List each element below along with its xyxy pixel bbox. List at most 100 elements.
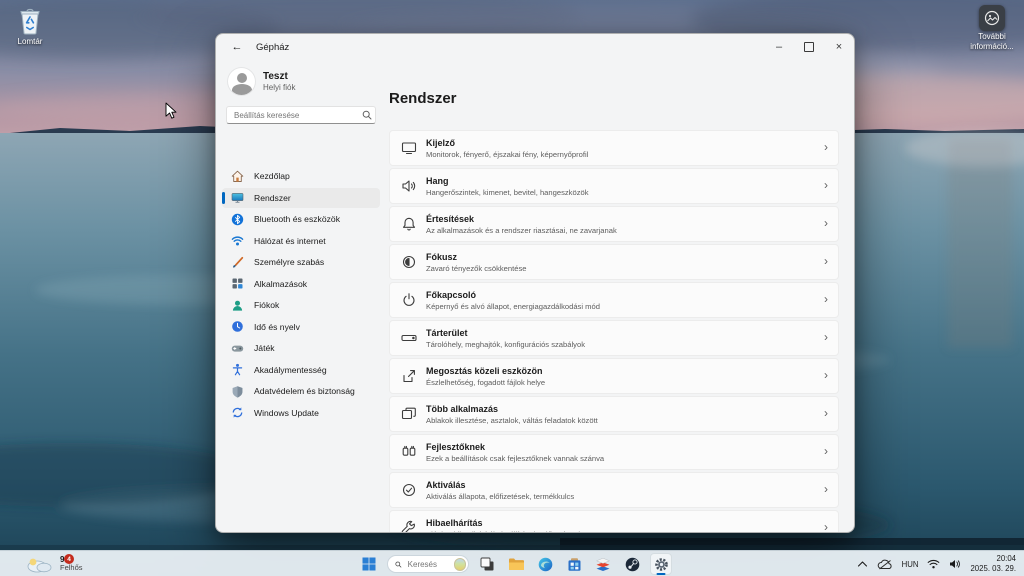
sidebar-item-akadalymentesseg[interactable]: Akadálymentesség: [222, 360, 380, 380]
card-fokapcsolo[interactable]: FőkapcsolóKépernyő és alvó állapot, ener…: [389, 282, 839, 318]
card-subtitle: Ajánlott hibaelhárítók, beállítások, elő…: [426, 530, 582, 534]
card-subtitle: Az alkalmazások és a rendszer riasztásai…: [426, 226, 617, 235]
settings-app-button[interactable]: [650, 553, 672, 575]
chevron-right-icon: ›: [824, 254, 828, 268]
apps-icon: [231, 277, 244, 290]
steam-button[interactable]: [621, 553, 643, 575]
sidebar-item-label: Személyre szabás: [254, 257, 324, 267]
minimize-button[interactable]: –: [764, 34, 794, 60]
profile-name: Teszt: [263, 71, 295, 82]
desktop-icon-recycle-bin[interactable]: Lomtár: [2, 6, 58, 47]
sidebar-item-fiokok[interactable]: Fiókok: [222, 295, 380, 315]
sidebar-item-label: Adatvédelem és biztonság: [254, 386, 355, 396]
sidebar-item-halozat[interactable]: Hálózat és internet: [222, 231, 380, 251]
sidebar-item-alkalmazasok[interactable]: Alkalmazások: [222, 274, 380, 294]
sidebar-item-label: Idő és nyelv: [254, 322, 300, 332]
settings-window: ← Gépház – × Teszt Helyi fiók Kezdőlap: [215, 33, 855, 533]
card-hibaelharitas[interactable]: Hibaelhárítás Ajánlott hibaelhárítók, beá…: [389, 510, 839, 533]
titlebar[interactable]: ← Gépház – ×: [216, 34, 854, 60]
task-view-button[interactable]: [476, 553, 498, 575]
sidebar-item-label: Bluetooth és eszközök: [254, 214, 340, 224]
card-subtitle: Monitorok, fényerő, éjszakai fény, képer…: [426, 150, 588, 159]
recycle-bin-icon: [16, 6, 44, 36]
sidebar-item-windows-update[interactable]: Windows Update: [222, 403, 380, 423]
sidebar-item-label: Fiókok: [254, 300, 279, 310]
card-title: Megosztás közeli eszközön: [426, 366, 545, 376]
sidebar-item-rendszer[interactable]: Rendszer: [222, 188, 380, 208]
taskbar: 4 9°C Felhős: [0, 550, 1024, 576]
search-icon: [362, 110, 372, 120]
card-subtitle: Hangerőszintek, kimenet, bevitel, hanges…: [426, 188, 589, 197]
card-tarterulet[interactable]: TárterületTárolóhely, meghajtók, konfigu…: [389, 320, 839, 356]
file-explorer-button[interactable]: [505, 553, 527, 575]
card-hang[interactable]: Hang Hangerőszintek, kimenet, bevitel, ha…: [389, 168, 839, 204]
wrench-icon: [401, 520, 417, 533]
tray-wifi-icon[interactable]: [927, 559, 940, 569]
sidebar-item-szemelyre-szabas[interactable]: Személyre szabás: [222, 252, 380, 272]
edge-icon: [538, 557, 553, 572]
clock[interactable]: 20:04 2025. 03. 29.: [970, 554, 1016, 573]
settings-cards: KijelzőMonitorok, fényerő, éjszakai fény…: [389, 130, 839, 533]
recycle-bin-label: Lomtár: [18, 37, 43, 47]
avatar: [228, 68, 255, 95]
developer-icon: [401, 444, 417, 460]
onedrive-icon[interactable]: [877, 559, 893, 570]
desktop-icon-info-shortcut[interactable]: További információ...: [964, 5, 1020, 51]
active-app-indicator: [657, 573, 666, 576]
clock-icon: [231, 320, 244, 333]
stacked-layers-app-button[interactable]: [592, 553, 614, 575]
language-indicator[interactable]: HUN: [902, 560, 919, 569]
gamepad-icon: [231, 342, 244, 355]
card-fejlesztoknek[interactable]: FejlesztőknekEzek a beállítások csak fej…: [389, 434, 839, 470]
card-title: Hibaelhárítás: [426, 518, 582, 528]
close-button[interactable]: ×: [824, 34, 854, 60]
maximize-button[interactable]: [794, 34, 824, 60]
card-megosztas[interactable]: Megosztás közeli eszközön Észlelhetőség, …: [389, 358, 839, 394]
card-title: Aktiválás: [426, 480, 574, 490]
widgets-button[interactable]: 4 9°C Felhős: [24, 551, 83, 576]
system-icon: [231, 191, 244, 204]
card-subtitle: Zavaró tényezők csökkentése: [426, 264, 526, 273]
tray-volume-icon[interactable]: [949, 559, 961, 569]
sound-icon: [401, 178, 417, 194]
person-icon: [231, 299, 244, 312]
page-title: Rendszer: [389, 90, 457, 107]
card-kijelzo[interactable]: KijelzőMonitorok, fényerő, éjszakai fény…: [389, 130, 839, 166]
store-button[interactable]: [563, 553, 585, 575]
settings-search-input[interactable]: [226, 106, 376, 124]
card-ertesitesek[interactable]: ÉrtesítésekAz alkalmazások és a rendszer…: [389, 206, 839, 242]
taskbar-search-input[interactable]: [406, 559, 450, 570]
store-icon: [567, 557, 582, 572]
start-button[interactable]: [358, 553, 380, 575]
card-aktivalas[interactable]: AktiválásAktiválás állapota, előfizetése…: [389, 472, 839, 508]
weather-condition: Felhős: [60, 564, 83, 573]
weather-cloud-icon: [24, 555, 54, 573]
window-title: Gépház: [256, 42, 289, 53]
profile[interactable]: Teszt Helyi fiók: [228, 68, 295, 95]
chevron-right-icon: ›: [824, 520, 828, 533]
card-title: Hang: [426, 176, 589, 186]
sidebar-item-jatek[interactable]: Játék: [222, 338, 380, 358]
sidebar-item-label: Kezdőlap: [254, 171, 290, 181]
nearby-share-icon: [401, 368, 417, 384]
card-fokusz[interactable]: FókuszZavaró tényezők csökkentése ›: [389, 244, 839, 280]
tray-date: 2025. 03. 29.: [970, 564, 1016, 574]
bell-icon: [401, 216, 417, 232]
taskbar-search[interactable]: [387, 555, 469, 573]
windows-logo-icon: [362, 557, 376, 571]
power-icon: [401, 292, 417, 308]
edge-button[interactable]: [534, 553, 556, 575]
search-highlight-image: [454, 558, 466, 571]
sidebar-item-adatvedelem[interactable]: Adatvédelem és biztonság: [222, 381, 380, 401]
maximize-icon: [804, 42, 814, 52]
sidebar-item-bluetooth[interactable]: Bluetooth és eszközök: [222, 209, 380, 229]
card-subtitle: Észlelhetőség, fogadott fájlok helye: [426, 378, 545, 387]
card-subtitle: Ablakok illesztése, asztalok, váltás fel…: [426, 416, 598, 425]
sidebar-item-ido-es-nyelv[interactable]: Idő és nyelv: [222, 317, 380, 337]
tray-chevron-up-icon[interactable]: [857, 560, 868, 568]
card-tobb-alkalmazas[interactable]: Több alkalmazásAblakok illesztése, aszta…: [389, 396, 839, 432]
back-icon: ←: [232, 41, 243, 53]
chevron-right-icon: ›: [824, 444, 828, 458]
sidebar-item-kezdolap[interactable]: Kezdőlap: [222, 166, 380, 186]
back-button[interactable]: ←: [226, 38, 248, 56]
